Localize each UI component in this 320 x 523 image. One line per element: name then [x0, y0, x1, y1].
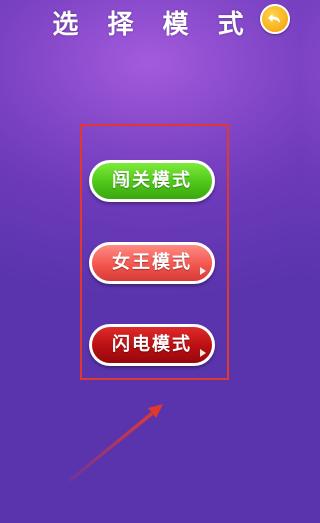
pointer-arrow-icon	[68, 404, 163, 482]
